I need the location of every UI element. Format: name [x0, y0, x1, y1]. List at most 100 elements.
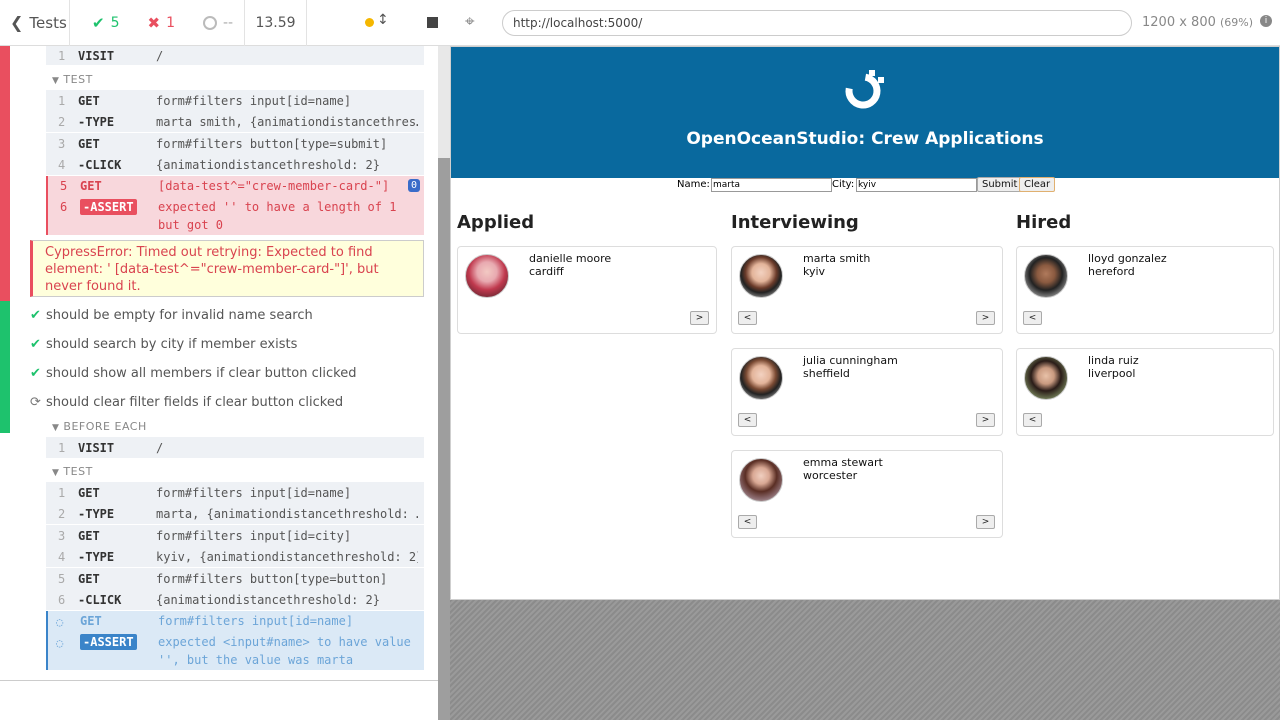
check-icon: ✔: [30, 366, 41, 381]
crew-member-card: julia cunningham sheffield < >: [731, 348, 1003, 436]
auto-scroll-icon[interactable]: ↕: [377, 12, 389, 28]
check-icon: ✔: [30, 337, 41, 352]
refresh-icon: ⟳: [30, 395, 41, 410]
tests-button[interactable]: ❮ Tests: [0, 0, 70, 46]
command-row[interactable]: 3 GET form#filters button[type=submit]: [46, 133, 424, 154]
member-city: liverpool: [1088, 367, 1136, 380]
url-input[interactable]: http://localhost:5000/: [502, 10, 1132, 36]
command-row[interactable]: 1 GET form#filters input[id=name]: [46, 482, 424, 503]
move-left-button[interactable]: <: [1023, 311, 1042, 325]
avatar: [1024, 356, 1068, 400]
before-each-header[interactable]: ▼ BEFORE EACH: [52, 420, 147, 433]
move-right-button[interactable]: >: [690, 311, 709, 325]
clear-button[interactable]: Clear: [1019, 177, 1056, 192]
name-label: Name:: [677, 179, 710, 190]
test-section-header[interactable]: ▼ TEST: [52, 73, 93, 86]
app-preview: ⌖ http://localhost:5000/ 1200 x 800 (69%…: [450, 0, 1280, 720]
member-name: julia cunningham: [803, 354, 898, 367]
crew-member-card: lloyd gonzalez hereford <: [1016, 246, 1274, 334]
city-label: City:: [832, 179, 855, 190]
scrollbar-thumb[interactable]: [438, 158, 450, 720]
status-dot-icon: [365, 17, 374, 27]
command-row[interactable]: 5 GET form#filters button[type=button]: [46, 568, 424, 589]
avatar: [739, 254, 783, 298]
command-row[interactable]: 2 -TYPE marta, {animationdistancethresho…: [46, 503, 424, 524]
command-log: 1 VISIT / ▼ TEST 1 GET form#filters input…: [0, 46, 438, 680]
failed-count: 1: [166, 14, 175, 31]
command-row[interactable]: 2 -TYPE marta smith, {animationdistancet…: [46, 111, 424, 132]
command-row[interactable]: 1 VISIT /: [46, 46, 424, 65]
crosshair-icon[interactable]: ⌖: [465, 12, 475, 32]
app-title: OpenOceanStudio: Crew Applications: [686, 129, 1044, 149]
member-city: kyiv: [803, 265, 826, 278]
check-icon: ✔: [92, 13, 105, 32]
logo-icon: [845, 70, 884, 109]
failed-test-indicator: [0, 46, 10, 301]
move-left-button[interactable]: <: [738, 515, 757, 529]
test-title[interactable]: ⟳ should clear filter fields if clear but…: [30, 395, 343, 410]
member-name: marta smith: [803, 252, 871, 265]
member-name: lloyd gonzalez: [1088, 252, 1167, 265]
scale: (69%): [1220, 16, 1254, 29]
command-row[interactable]: 1 VISIT /: [46, 437, 424, 458]
crew-member-card: marta smith kyiv < >: [731, 246, 1003, 334]
avatar: [465, 254, 509, 298]
app-header: OpenOceanStudio: Crew Applications: [451, 47, 1279, 178]
stop-icon[interactable]: [427, 16, 438, 28]
avatar: [739, 458, 783, 502]
crew-member-card: linda ruiz liverpool <: [1016, 348, 1274, 436]
command-row[interactable]: 3 GET form#filters input[id=city]: [46, 525, 424, 546]
assert-tag: -ASSERT: [80, 199, 137, 215]
app-viewport: OpenOceanStudio: Crew Applications Name:…: [450, 46, 1280, 600]
reporter-header: ❮ Tests ✔ 5 ✖ 1 -- 13.59 ↕: [0, 0, 450, 46]
spinner-icon: ◌: [56, 615, 64, 629]
move-right-button[interactable]: >: [976, 515, 995, 529]
crew-member-card: emma stewart worcester < >: [731, 450, 1003, 538]
empty-viewport-area: [450, 600, 1280, 720]
command-row[interactable]: 4 -TYPE kyiv, {animationdistancethreshol…: [46, 546, 424, 567]
avatar: [1024, 254, 1068, 298]
pending-command-row[interactable]: ◌ GET form#filters input[id=name] ◌ -ASS…: [46, 611, 424, 670]
assert-tag: -ASSERT: [80, 634, 137, 650]
command-log-panel: ❮ Tests ✔ 5 ✖ 1 -- 13.59 ↕ 1 VISIT / ▼ TE…: [0, 0, 450, 720]
test-title[interactable]: ✔ should be empty for invalid name search: [30, 308, 313, 323]
member-name: danielle moore: [529, 252, 612, 265]
submit-button[interactable]: Submit: [977, 177, 1023, 192]
failed-command-row[interactable]: 5 GET [data-test^="crew-member-card-"] 0…: [46, 176, 424, 235]
command-row[interactable]: 1 GET form#filters input[id=name]: [46, 90, 424, 111]
passed-test-indicator: [0, 301, 10, 433]
runner-controls: ↕: [307, 0, 450, 46]
move-left-button[interactable]: <: [738, 311, 757, 325]
url-bar: ⌖ http://localhost:5000/ 1200 x 800 (69%…: [450, 0, 1280, 46]
duration: 13.59: [245, 0, 307, 46]
member-city: hereford: [1088, 265, 1135, 278]
test-section-header[interactable]: ▼ TEST: [52, 465, 93, 478]
caret-down-icon: ▼: [52, 423, 60, 433]
member-city: cardiff: [529, 265, 564, 278]
city-input[interactable]: kyiv: [856, 178, 977, 192]
member-name: emma stewart: [803, 456, 883, 469]
reporter-footer: [0, 680, 438, 720]
info-icon[interactable]: i: [1260, 15, 1272, 27]
column-title-applied: Applied: [457, 212, 535, 233]
command-row[interactable]: 4 -CLICK {animationdistancethreshold: 2}: [46, 154, 424, 175]
member-name: linda ruiz: [1088, 354, 1139, 367]
move-left-button[interactable]: <: [1023, 413, 1042, 427]
check-icon: ✔: [30, 308, 41, 323]
member-city: sheffield: [803, 367, 850, 380]
member-city: worcester: [803, 469, 858, 482]
move-right-button[interactable]: >: [976, 311, 995, 325]
scrollbar[interactable]: [438, 46, 450, 720]
column-title-hired: Hired: [1016, 212, 1072, 233]
crew-member-card: danielle moore cardiff >: [457, 246, 717, 334]
column-title-interviewing: Interviewing: [731, 212, 859, 233]
element-count-badge: 0: [407, 179, 420, 192]
move-left-button[interactable]: <: [738, 413, 757, 427]
test-title[interactable]: ✔ should show all members if clear button…: [30, 366, 356, 381]
name-input[interactable]: marta: [711, 178, 832, 192]
command-row[interactable]: 6 -CLICK {animationdistancethreshold: 2}: [46, 589, 424, 610]
test-title[interactable]: ✔ should search by city if member exists: [30, 337, 297, 352]
viewport-size: 1200 x 800: [1142, 15, 1216, 30]
move-right-button[interactable]: >: [976, 413, 995, 427]
pending-count: --: [223, 14, 234, 31]
